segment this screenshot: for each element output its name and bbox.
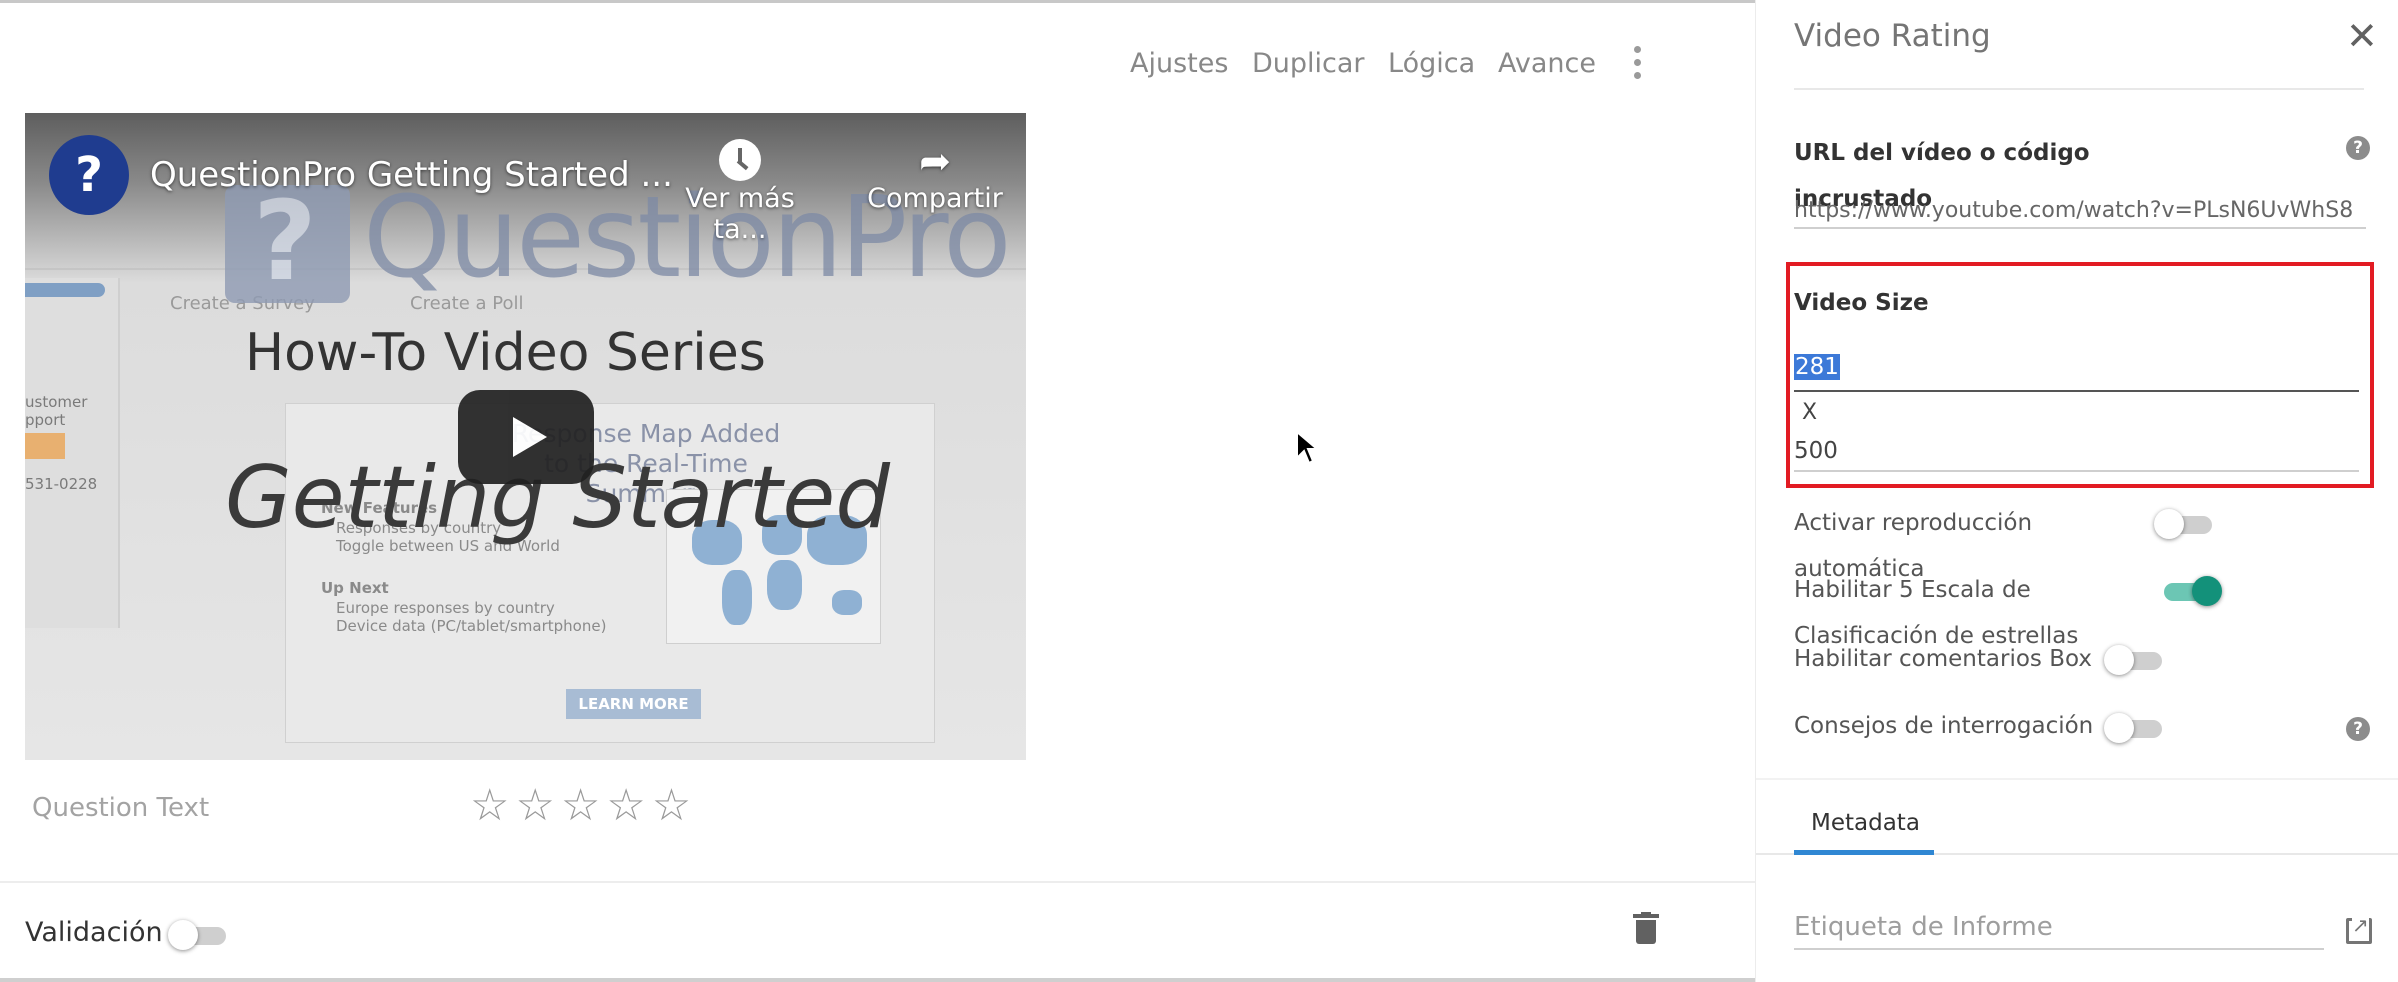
tab-metadata[interactable]: Metadata (1811, 810, 1920, 836)
settings-link[interactable]: Ajustes (1130, 48, 1228, 79)
video-height-input[interactable]: 500 (1794, 438, 2359, 472)
divider (0, 881, 1755, 883)
video-size-label: Video Size (1794, 290, 1929, 316)
star-scale-toggle[interactable] (2158, 573, 2222, 607)
comments-box-label: Habilitar comentarios Box (1794, 646, 2092, 672)
share-icon: ➦ (919, 139, 951, 183)
more-options-icon[interactable] (1630, 46, 1644, 84)
advance-link[interactable]: Avance (1498, 48, 1596, 79)
question-tips-toggle[interactable] (2104, 710, 2166, 744)
question-text[interactable]: Question Text (32, 793, 209, 823)
video-title[interactable]: QuestionPro Getting Started ... (150, 155, 673, 195)
validation-label: Validación (25, 917, 163, 948)
external-link-icon[interactable] (2346, 913, 2372, 944)
star-rating[interactable]: ☆☆☆☆☆ (470, 780, 697, 831)
validation-toggle[interactable] (168, 917, 230, 951)
trash-icon[interactable] (1633, 912, 1659, 944)
question-toolbar: Ajustes Duplicar Lógica Avance (0, 48, 1755, 82)
mouse-cursor-icon (1296, 430, 1319, 465)
active-tab-indicator (1794, 850, 1934, 855)
play-button[interactable] (458, 390, 594, 484)
properties-panel: Video Rating ✕ URL del vídeo o código in… (1755, 0, 2398, 982)
duplicate-link[interactable]: Duplicar (1252, 48, 1365, 79)
questionpro-logo-icon: ? (225, 177, 350, 305)
video-url-input[interactable]: https://www.youtube.com/watch?v=PLsN6UvW… (1794, 198, 2366, 229)
help-icon[interactable]: ? (2346, 136, 2370, 160)
help-icon[interactable]: ? (2346, 717, 2370, 741)
watch-later-button[interactable]: Ver más ta... (655, 139, 825, 245)
report-label-input[interactable]: Etiqueta de Informe (1794, 912, 2324, 950)
close-icon[interactable]: ✕ (2346, 14, 2378, 58)
learn-more-button: LEARN MORE (566, 689, 701, 719)
channel-avatar[interactable]: ? (49, 135, 129, 215)
size-separator: X (1802, 400, 1818, 425)
video-headline: How-To Video Series (245, 323, 766, 383)
question-editor: Ajustes Duplicar Lógica Avance ustomer p… (0, 0, 1755, 982)
question-tips-label: Consejos de interrogación (1794, 713, 2094, 739)
share-button[interactable]: ➦ Compartir (855, 139, 1015, 214)
video-width-input[interactable]: 281 (1794, 354, 2359, 392)
video-player[interactable]: ustomer pport 531-0228 Create a Survey C… (25, 113, 1026, 760)
comments-box-toggle[interactable] (2104, 642, 2166, 676)
clock-icon (719, 139, 761, 181)
autoplay-toggle[interactable] (2154, 506, 2216, 540)
panel-title: Video Rating (1794, 18, 1991, 54)
logic-link[interactable]: Lógica (1388, 48, 1475, 79)
